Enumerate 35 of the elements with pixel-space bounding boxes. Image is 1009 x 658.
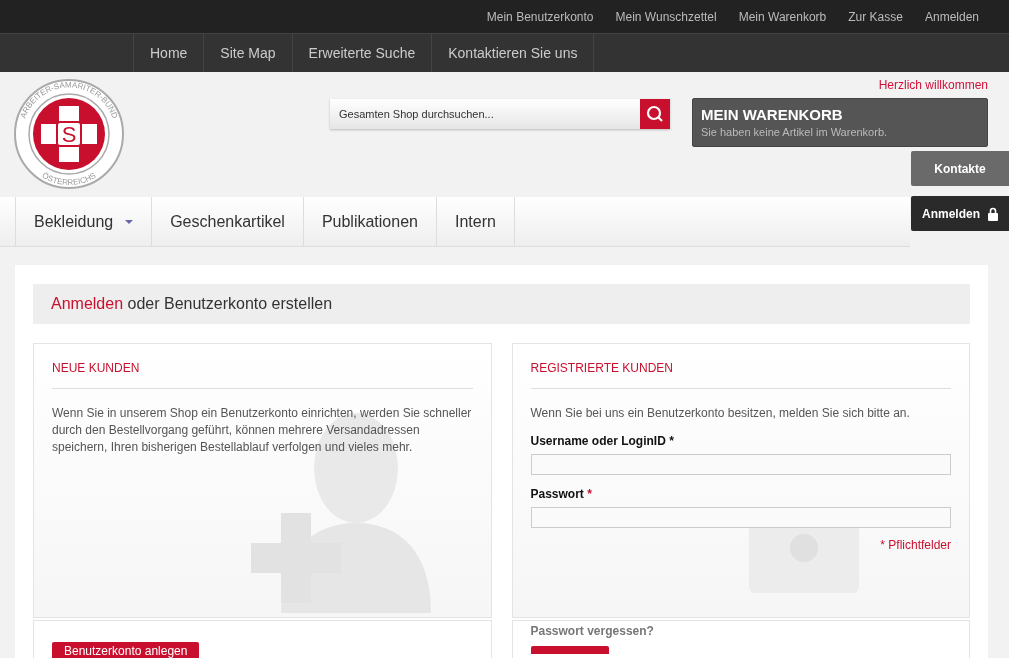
category-link[interactable]: Intern — [436, 197, 515, 246]
create-account-button[interactable]: Benutzerkonto anlegen — [52, 642, 200, 658]
forgot-password-link[interactable]: Passwort vergessen? — [530, 624, 951, 638]
top-link[interactable]: Mein Warenkorb — [738, 9, 827, 24]
section-heading: NEUE KUNDEN — [52, 360, 141, 377]
required-note: * Pflichtfelder — [879, 538, 951, 552]
login-submit-button[interactable] — [530, 646, 609, 654]
top-link[interactable]: Anmelden — [924, 9, 979, 24]
top-link[interactable]: Mein Benutzerkonto — [486, 9, 594, 24]
section-heading: REGISTRIERTE KUNDEN — [530, 360, 674, 377]
nav-link[interactable]: Kontaktieren Sie uns — [432, 34, 595, 72]
section-text: Wenn Sie bei uns ein Benutzerkonto besitzen, melden Sie sich bitte an. — [530, 405, 911, 422]
category-link[interactable]: Geschenkartikel — [152, 197, 304, 246]
input-field[interactable] — [530, 454, 951, 475]
field-label: Passwort * — [530, 487, 593, 501]
welcome-link[interactable]: Herzlich willkommen — [878, 78, 988, 92]
field-label: Username oder LoginID * — [530, 434, 675, 448]
search-icon — [646, 105, 664, 123]
page-title: Anmelden oder Benutzerkonto erstellen — [51, 295, 333, 313]
cart-title: MEIN WARENKORB — [701, 106, 844, 123]
cart-panel[interactable]: MEIN WARENKORB Sie haben keine Artikel im Warenkorb. — [692, 98, 988, 147]
login-button[interactable]: Anmelden — [911, 196, 1009, 231]
input-field[interactable] — [530, 507, 951, 528]
top-link[interactable]: Mein Wunschzettel — [615, 9, 717, 24]
contacts-button[interactable]: Kontakte — [911, 151, 1009, 186]
top-link[interactable]: Zur Kasse — [848, 9, 903, 24]
section-text: Wenn Sie in unserem Shop ein Benutzerkonto einrichten, werden Sie schneller durch den Bestellvorgang geführt, können mehrere Versandadressen speichern, Ihren bisherigen Bestellablauf verfolgen und vieles mehr. — [52, 405, 473, 456]
nav-link[interactable]: Home — [134, 34, 205, 72]
nav-link[interactable]: Erweiterte Suche — [292, 34, 433, 72]
lock-icon — [988, 206, 998, 221]
category-link[interactable]: Bekleidung — [15, 197, 153, 246]
nav-link[interactable]: Site Map — [204, 34, 293, 72]
cart-text: Sie haben keine Artikel im Warenkorb. — [701, 126, 889, 138]
search-button[interactable] — [640, 99, 670, 129]
category-link[interactable]: Publikationen — [303, 197, 437, 246]
